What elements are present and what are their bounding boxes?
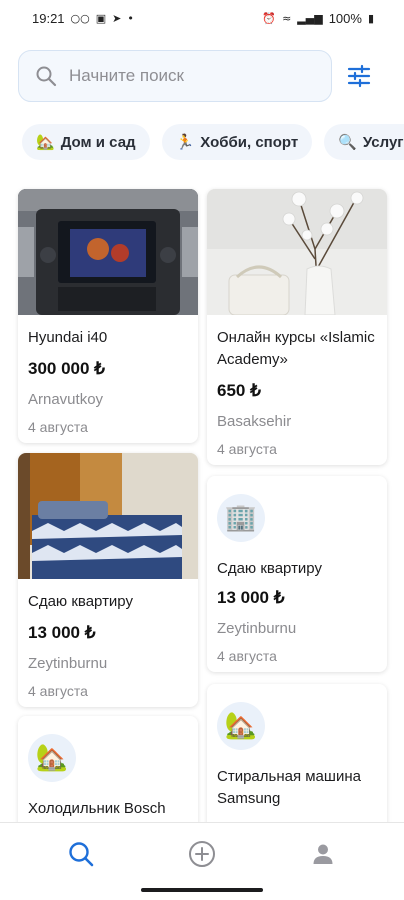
listing-date: 4 августа [217, 441, 277, 457]
listing-title: Холодильник Bosch [28, 800, 166, 817]
office-building-icon: 🏢 [217, 494, 265, 542]
chip-home-garden[interactable]: 🏡 Дом и сад [22, 124, 150, 160]
listing-location: Zeytinburnu [28, 655, 108, 672]
dot-icon: • [127, 11, 134, 25]
search-input[interactable] [69, 66, 309, 86]
card-body: Стиральная машина Samsung [207, 750, 387, 810]
listing-price: 300 000 ₺ [28, 359, 105, 378]
filter-sliders-icon[interactable] [346, 64, 372, 88]
bottom-nav [0, 822, 404, 884]
bedroom-photo [18, 453, 198, 579]
listing-date: 4 августа [28, 419, 88, 435]
listing-price: 13 000 ₺ [28, 623, 96, 642]
search-icon [68, 841, 93, 866]
listing-date: 4 августа [28, 683, 88, 699]
card-body: Hyundai i40 300 000 ₺ Arnavutkoy 4 авгус… [18, 315, 198, 438]
listing-location: Zeytinburnu [217, 620, 297, 637]
listing-location: Arnavutkoy [28, 391, 104, 408]
cotton-vase-photo [207, 189, 387, 315]
search-row [18, 50, 386, 102]
voicemail-icon: ○○ [70, 11, 90, 25]
card-body: Онлайн курсы «Islamic Academy» 650 ₺ Bas… [207, 315, 387, 460]
category-chips: 🏡 Дом и сад 🏃 Хобби, спорт 🔍 Услуги [22, 124, 404, 160]
running-icon: 🏃 [175, 133, 195, 151]
house-garden-icon: 🏡 [217, 702, 265, 750]
battery-icon: ▮ [367, 11, 374, 25]
gallery-icon: ▣ [95, 11, 107, 25]
listing-price: 13 000 ₺ [217, 588, 285, 607]
listing-card[interactable]: Онлайн курсы «Islamic Academy» 650 ₺ Bas… [207, 189, 387, 465]
listing-location: Basaksehir [217, 413, 292, 430]
listing-price: 650 ₺ [217, 381, 261, 400]
status-bar: 19:21 ○○ ▣ ➤ • ⏰ ≈ ▂▄▆ 100% ▮ [0, 0, 404, 36]
listing-card[interactable]: 🏢 Сдаю квартиру 13 000 ₺ Zeytinburnu 4 а… [207, 476, 387, 672]
chip-hobby-sport[interactable]: 🏃 Хобби, спорт [161, 124, 313, 160]
magnifier-icon: 🔍 [338, 133, 357, 151]
profile-icon [313, 844, 333, 864]
search-tab[interactable] [51, 830, 111, 878]
listing-title: Сдаю квартиру [28, 593, 133, 610]
plus-circle-icon [188, 840, 215, 867]
battery-percent: 100% [328, 10, 362, 26]
card-body: Холодильник Bosch [18, 782, 198, 820]
listing-title: Сдаю квартиру [217, 560, 322, 577]
listing-title: Стиральная машина Samsung [217, 768, 361, 807]
wifi-icon: ≈ [282, 11, 292, 25]
profile-tab[interactable] [293, 830, 353, 878]
card-body: Сдаю квартиру 13 000 ₺ Zeytinburnu 4 авг… [207, 542, 387, 667]
chip-label: Услуги [362, 133, 404, 151]
house-garden-icon: 🏡 [28, 734, 76, 782]
add-listing-tab[interactable] [172, 830, 232, 878]
home-indicator[interactable] [141, 888, 263, 892]
telegram-icon: ➤ [112, 11, 122, 25]
alarm-icon: ⏰ [262, 11, 277, 25]
listing-title: Онлайн курсы «Islamic Academy» [217, 329, 375, 368]
status-left: 19:21 ○○ ▣ ➤ • [32, 11, 134, 26]
status-time: 19:21 [32, 10, 65, 26]
signal-icon: ▂▄▆ [297, 11, 323, 25]
card-body: Сдаю квартиру 13 000 ₺ Zeytinburnu 4 авг… [18, 579, 198, 702]
chip-label: Хобби, спорт [200, 133, 299, 151]
listing-date: 4 августа [217, 648, 277, 664]
house-garden-icon: 🏡 [36, 133, 55, 151]
listing-title: Hyundai i40 [28, 329, 108, 346]
search-icon [36, 66, 57, 87]
status-right: ⏰ ≈ ▂▄▆ 100% ▮ [262, 11, 374, 26]
chip-label: Дом и сад [60, 133, 136, 151]
search-box[interactable] [18, 50, 332, 102]
listing-card[interactable]: Hyundai i40 300 000 ₺ Arnavutkoy 4 авгус… [18, 189, 198, 443]
chip-services[interactable]: 🔍 Услуги [324, 124, 404, 160]
listing-card[interactable]: Сдаю квартиру 13 000 ₺ Zeytinburnu 4 авг… [18, 453, 198, 707]
car-dashboard-photo [18, 189, 198, 315]
